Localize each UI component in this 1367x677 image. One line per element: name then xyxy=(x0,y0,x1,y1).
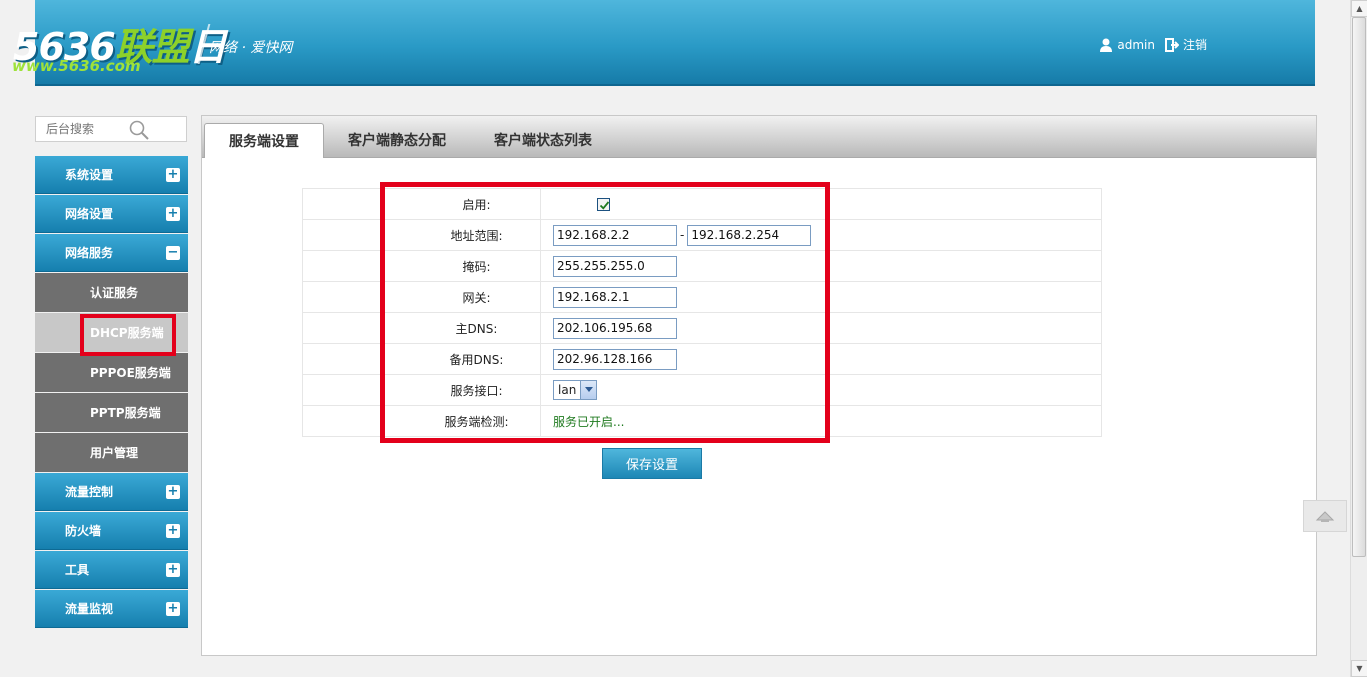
logo-url: www.5636.com xyxy=(12,57,141,75)
logo: 5636联盟日 www.5636.com 网络 · 爱快网 xyxy=(12,0,365,86)
logout-icon xyxy=(1164,37,1179,52)
expand-icon[interactable]: + xyxy=(166,562,180,577)
tab-server-settings[interactable]: 服务端设置 xyxy=(204,123,324,158)
sidebar-subitem-pptp-server[interactable]: PPTP服务端 xyxy=(35,393,188,432)
highlight-box-form xyxy=(380,182,830,443)
logo-slogan: 网络 · 爱快网 xyxy=(209,40,293,56)
sidebar-item-network-services[interactable]: 网络服务 − xyxy=(35,234,188,272)
sidebar-subitem-user-management[interactable]: 用户管理 xyxy=(35,433,188,472)
vertical-scrollbar[interactable]: ▲ ▼ xyxy=(1350,0,1367,677)
user-area: admin 注销 xyxy=(1099,36,1217,53)
highlight-box-dhcp xyxy=(80,314,176,356)
main-content: 服务端设置 客户端静态分配 客户端状态列表 启用: 地址范围: - 掩码: 网关… xyxy=(201,115,1317,656)
expand-icon[interactable]: + xyxy=(166,523,180,538)
sidebar-subitem-auth-service[interactable]: 认证服务 xyxy=(35,273,188,312)
search-icon[interactable] xyxy=(128,119,150,141)
header: 5636联盟日 www.5636.com 网络 · 爱快网 admin 注销 xyxy=(12,0,1315,86)
expand-icon[interactable]: + xyxy=(166,167,180,182)
arrow-up-icon xyxy=(1315,511,1335,522)
save-button[interactable]: 保存设置 xyxy=(602,448,702,479)
expand-icon[interactable]: + xyxy=(166,206,180,221)
sidebar-subitem-pppoe-server[interactable]: PPPOE服务端 xyxy=(35,353,188,392)
search-box xyxy=(35,116,187,142)
username[interactable]: admin xyxy=(1117,38,1155,52)
back-to-top-button[interactable] xyxy=(1303,500,1347,532)
scrollbar-thumb[interactable] xyxy=(1352,17,1366,557)
tab-client-status[interactable]: 客户端状态列表 xyxy=(470,123,616,157)
scroll-up-icon[interactable]: ▲ xyxy=(1351,0,1367,17)
expand-icon[interactable]: + xyxy=(166,484,180,499)
scroll-down-icon[interactable]: ▼ xyxy=(1351,660,1367,677)
logout-link[interactable]: 注销 xyxy=(1183,36,1207,53)
sidebar-item-traffic-control[interactable]: 流量控制 + xyxy=(35,473,188,511)
sidebar-nav: 系统设置 + 网络设置 + 网络服务 − 认证服务 DHCP服务端 PPPOE服务端 … xyxy=(35,156,188,629)
sidebar-item-network-settings[interactable]: 网络设置 + xyxy=(35,195,188,233)
sidebar-item-tools[interactable]: 工具 + xyxy=(35,551,188,589)
tab-client-static[interactable]: 客户端静态分配 xyxy=(324,123,470,157)
collapse-icon[interactable]: − xyxy=(166,245,180,260)
sidebar-item-firewall[interactable]: 防火墙 + xyxy=(35,512,188,550)
sidebar-item-traffic-monitor[interactable]: 流量监视 + xyxy=(35,590,188,628)
sidebar-item-system-settings[interactable]: 系统设置 + xyxy=(35,156,188,194)
tab-bar: 服务端设置 客户端静态分配 客户端状态列表 xyxy=(202,116,1316,158)
user-icon xyxy=(1100,38,1113,52)
expand-icon[interactable]: + xyxy=(166,601,180,616)
